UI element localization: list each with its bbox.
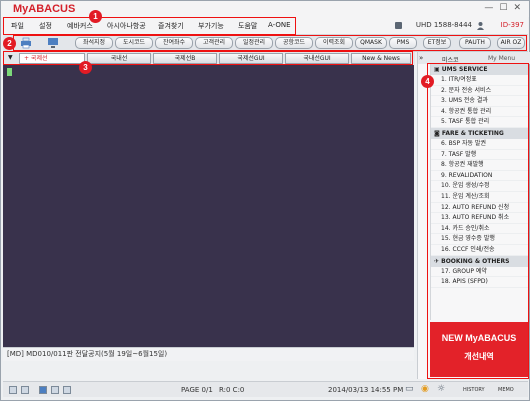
list-item[interactable]: 17. GROUP 예약 (431, 267, 528, 278)
status-bar: PAGE 0/1 R:0 C:0 2014/03/13 14:55 PM ▭ ◉… (3, 381, 528, 397)
printer-icon[interactable] (20, 37, 32, 49)
list-item[interactable]: 9. REVALIDATION (431, 171, 528, 182)
list-item[interactable]: 1. ITR/여정표 (431, 75, 528, 86)
callout-badge-1: 1 (89, 10, 102, 23)
window-controls: — ☐ ✕ (484, 3, 521, 13)
list-item[interactable]: 6. BSP 자동 발권 (431, 139, 528, 150)
datetime-display: 2014/03/13 14:55 PM (328, 386, 404, 394)
user-icon (477, 22, 484, 30)
app-title: MyABACUS (13, 3, 76, 15)
close-button[interactable]: ✕ (513, 3, 521, 13)
ticket-icon: ◙ (434, 129, 442, 137)
menu-abacus[interactable]: 예바커스 (67, 21, 93, 31)
tab-international-gui[interactable]: 국제선GUI (219, 53, 283, 64)
section-title: UMS SERVICE (441, 66, 488, 73)
callout-badge-3: 3 (79, 61, 92, 74)
section-ums-service: ▣ UMS SERVICE (431, 64, 528, 75)
list-item[interactable]: 7. TASF 발행 (431, 150, 528, 161)
list-item[interactable]: 4. 항공권 통합 관리 (431, 107, 528, 118)
et-info-button[interactable]: ET정보 (423, 37, 451, 49)
layout-wide-icon[interactable] (63, 386, 71, 394)
list-item[interactable]: 16. CCCF 인쇄/전송 (431, 245, 528, 256)
layout-single-icon[interactable] (9, 386, 17, 394)
settings-icon[interactable]: ☼ (437, 384, 445, 394)
list-item[interactable]: 8. 항공권 재발행 (431, 160, 528, 171)
toolbar: 좌석지정 도시코드 잔여좌수 고객관리 일정관리 공항코드 이력조회 QMASK… (3, 35, 528, 52)
section-title: BOOKING & OTHERS (441, 257, 510, 265)
right-panel-tabs: » 미스코 My Menu (418, 52, 530, 64)
list-item[interactable]: 10. 운임 생성/수정 (431, 181, 528, 192)
menu-extras[interactable]: 부가기능 (198, 21, 224, 31)
pauth-button[interactable]: PAUTH (459, 37, 491, 49)
schedule-mgmt-button[interactable]: 일정관리 (235, 37, 273, 49)
restore-button[interactable]: ☐ (499, 3, 507, 13)
customer-mgmt-button[interactable]: 고객관리 (195, 37, 233, 49)
my-menu-list: ▣ UMS SERVICE 1. ITR/여정표 2. 문자 전송 서비스 3.… (430, 64, 528, 320)
seat-assign-button[interactable]: 좌석지정 (75, 37, 113, 49)
menu-a-one[interactable]: A-ONE (268, 21, 291, 29)
layout-split-icon[interactable] (21, 386, 29, 394)
hotline-number: UHD 1588-8444 (415, 21, 472, 29)
menu-bar: 파일 설정 예바커스 아시아나항공 즐겨찾기 부가기능 도움말 A-ONE UH… (3, 17, 528, 35)
list-item[interactable]: 5. TASF 통합 관리 (431, 117, 528, 128)
section-fare-ticketing: ◙ FARE & TICKETING (431, 127, 528, 139)
menu-asiana[interactable]: 아시아나항공 (107, 21, 146, 31)
terminal-screen[interactable] (3, 65, 414, 347)
right-panel: » 미스코 My Menu ▣ UMS SERVICE 1. ITR/여정표 2… (417, 52, 530, 379)
air-oz-button[interactable]: AIR OZ (497, 37, 525, 49)
menu-favorites[interactable]: 즐겨찾기 (158, 21, 184, 31)
qmask-button[interactable]: QMASK (355, 37, 387, 49)
palette-icon[interactable]: ◉ (421, 384, 429, 394)
section-booking-others: ✈ BOOKING & OTHERS (431, 255, 528, 267)
terminal-cursor (7, 68, 12, 76)
minimize-button[interactable]: — (484, 3, 493, 13)
tab-international-active[interactable]: + 국제선 (19, 53, 85, 64)
list-item[interactable]: 3. UMS 전송 결과 (431, 96, 528, 107)
new-myabacus-banner[interactable]: NEW MyABACUS 개선내역 (430, 322, 528, 377)
history-lookup-button[interactable]: 이력조회 (315, 37, 353, 49)
memo-button[interactable]: MEMO (498, 387, 514, 393)
airport-code-button[interactable]: 공항코드 (275, 37, 313, 49)
tab-international-b[interactable]: 국제선B (153, 53, 217, 64)
pms-button[interactable]: PMS (389, 37, 417, 49)
menu-file[interactable]: 파일 (11, 21, 24, 31)
callout-badge-2: 2 (3, 37, 16, 50)
list-item[interactable]: 11. 운임 계산/조회 (431, 192, 528, 203)
list-item[interactable]: 18. APIS (SFPD) (431, 277, 528, 288)
tab-domestic-gui[interactable]: 국내선GUI (285, 53, 349, 64)
tab-left[interactable]: 미스코 (442, 55, 459, 64)
menu-help[interactable]: 도움말 (238, 21, 257, 31)
status-message: [MD] MD010/011판 전달공지(5월 19일~6월15일) (3, 347, 414, 361)
layout-grid-icon[interactable] (39, 386, 47, 394)
collapse-chevron-icon[interactable]: » (419, 54, 423, 62)
list-item[interactable]: 13. AUTO REFUND 취소 (431, 213, 528, 224)
tab-my-menu[interactable]: My Menu (488, 55, 515, 62)
title-bar: MyABACUS — ☐ ✕ (1, 1, 529, 17)
banner-subtitle: 개선내역 (464, 352, 494, 361)
section-title: FARE & TICKETING (441, 129, 504, 137)
dropdown-arrow-icon[interactable]: ▼ (8, 54, 13, 61)
seat-availability-button[interactable]: 잔여좌수 (155, 37, 193, 49)
row-col-indicator: R:0 C:0 (219, 386, 245, 394)
page-indicator: PAGE 0/1 (181, 386, 213, 394)
terminal-tab-bar: ▼ + 국제선 국내선 국제선B 국제선GUI 국내선GUI New & New… (3, 52, 415, 65)
list-item[interactable]: 12. AUTO REFUND 신청 (431, 203, 528, 214)
tab-new-and-news[interactable]: New & News (351, 53, 411, 64)
phone-icon (395, 22, 402, 29)
list-item[interactable]: 2. 문자 전송 서비스 (431, 86, 528, 97)
menu-settings[interactable]: 설정 (39, 21, 52, 31)
history-button[interactable]: HISTORY (463, 387, 485, 393)
tab-domestic[interactable]: 국내선 (87, 53, 151, 64)
list-item[interactable]: 14. 카드 승인/취소 (431, 224, 528, 235)
keyboard-icon[interactable]: ▭ (405, 384, 414, 394)
banner-title: NEW MyABACUS (441, 333, 517, 343)
user-id: ID-397 (500, 21, 524, 29)
list-item[interactable]: 15. 현금 영수증 발행 (431, 234, 528, 245)
city-code-button[interactable]: 도시코드 (115, 37, 153, 49)
layout-quad-icon[interactable] (51, 386, 59, 394)
app-window: MyABACUS — ☐ ✕ 파일 설정 예바커스 아시아나항공 즐겨찾기 부가… (0, 0, 530, 401)
monitor-icon[interactable] (47, 37, 59, 49)
callout-badge-4: 4 (421, 75, 434, 88)
mail-icon: ▣ (434, 66, 442, 73)
